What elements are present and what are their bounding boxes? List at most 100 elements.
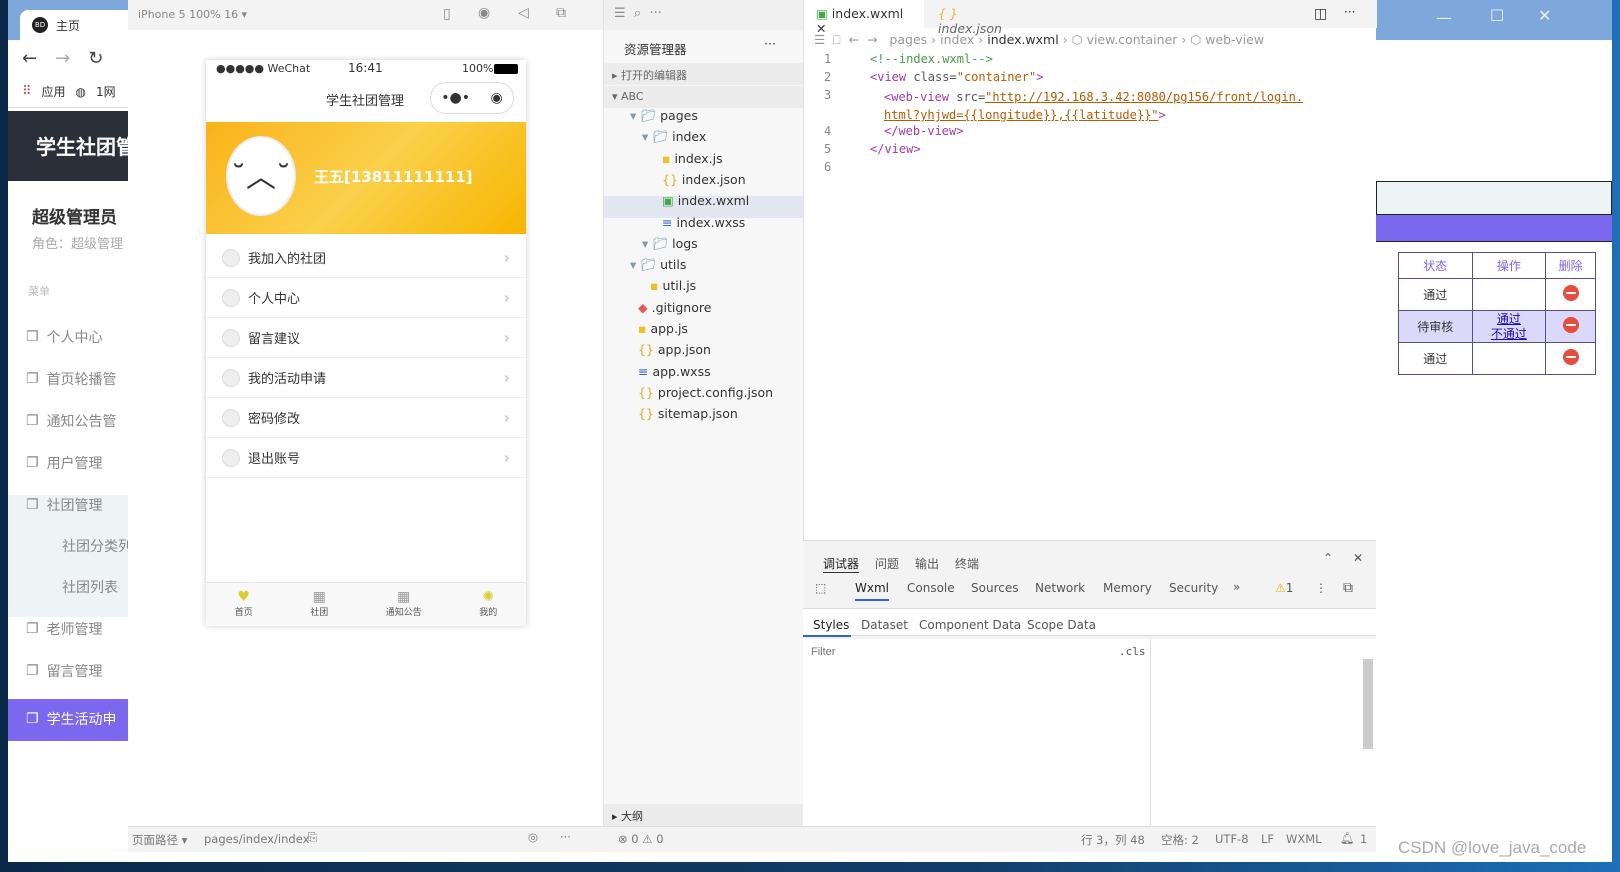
- more-icon[interactable]: ···: [1344, 5, 1355, 19]
- delete-icon[interactable]: [1562, 317, 1579, 333]
- eye-icon[interactable]: ◎: [528, 830, 538, 844]
- minimize-button[interactable]: —: [1436, 8, 1452, 27]
- file-tree-item[interactable]: ◆ .gitignore: [638, 300, 711, 315]
- crumb[interactable]: index.wxml: [987, 32, 1058, 47]
- bookmark-item[interactable]: 1网: [96, 83, 116, 100]
- menu-item[interactable]: 我的活动申请 ›: [206, 358, 526, 398]
- phone-icon[interactable]: ▯: [443, 6, 451, 22]
- tab-index-json[interactable]: { } index.json: [926, 0, 1036, 36]
- capsule-menu[interactable]: •●• ◉: [430, 82, 514, 114]
- close-button[interactable]: ✕: [1538, 6, 1551, 25]
- file-tree-item[interactable]: ≡ index.wxss: [662, 215, 745, 230]
- file-tree-item[interactable]: {} app.json: [638, 342, 711, 357]
- crumb[interactable]: index: [940, 32, 974, 47]
- tab-network[interactable]: Network: [1035, 581, 1085, 595]
- line-ending[interactable]: LF: [1261, 832, 1274, 846]
- list-icon[interactable]: ☰: [614, 6, 626, 21]
- tab-console[interactable]: Console: [907, 581, 955, 595]
- inspect-icon[interactable]: ⬚: [815, 581, 826, 595]
- tab-security[interactable]: Security: [1169, 581, 1218, 595]
- copy-icon[interactable]: ⎘: [308, 830, 317, 845]
- more-icon[interactable]: ···: [560, 830, 571, 844]
- dock-icon[interactable]: ⧉: [1343, 580, 1353, 596]
- problems-count[interactable]: ⊗ 0 ⚠ 0: [618, 832, 664, 846]
- sidebar-item[interactable]: ❐ 首页轮播管: [26, 369, 136, 389]
- code-line-2[interactable]: <view class="container">: [870, 70, 1043, 84]
- cursor-position[interactable]: 行 3，列 48: [1081, 832, 1145, 848]
- tab-sources[interactable]: Sources: [971, 581, 1018, 595]
- sidebar-item[interactable]: ❐ 用户管理: [26, 453, 136, 473]
- search-icon[interactable]: ⌕: [634, 6, 641, 21]
- styles-filter-input[interactable]: [805, 641, 1105, 663]
- more-icon[interactable]: ···: [649, 6, 661, 21]
- tab-index-wxml[interactable]: ▣ index.wxml ✕: [804, 0, 924, 36]
- file-tree-item[interactable]: ▾ 📁︎ utils: [630, 257, 686, 273]
- cls-button[interactable]: .cls: [1119, 645, 1146, 658]
- language-mode[interactable]: WXML: [1286, 832, 1322, 846]
- collapse-icon[interactable]: ⌃: [1323, 551, 1333, 565]
- file-tree-item[interactable]: ▾ 📁︎ logs: [642, 236, 698, 252]
- code-line-1[interactable]: <!--index.wxml-->: [870, 52, 993, 66]
- scrollbar[interactable]: [1363, 659, 1373, 749]
- more-tabs-icon[interactable]: »: [1233, 580, 1240, 594]
- menu-item[interactable]: 我加入的社团 ›: [206, 238, 526, 278]
- tab-scope-data[interactable]: Scope Data: [1027, 618, 1096, 632]
- open-editors-section[interactable]: ▸ 打开的编辑器: [604, 63, 804, 85]
- delete-icon[interactable]: [1562, 285, 1579, 301]
- tab-mine[interactable]: ✺ 我的: [479, 583, 497, 626]
- menu-item[interactable]: 留言建议 ›: [206, 318, 526, 358]
- window-icon[interactable]: ⧉: [556, 5, 566, 21]
- crumb[interactable]: pages: [889, 32, 927, 47]
- encoding[interactable]: UTF-8: [1215, 832, 1249, 846]
- outline-section[interactable]: ▸ 大纲: [604, 804, 804, 826]
- reload-icon[interactable]: ↻: [88, 48, 103, 69]
- delete-icon[interactable]: [1562, 349, 1579, 365]
- warning-count[interactable]: 1: [1286, 581, 1294, 595]
- close-miniprogram-icon[interactable]: ◉: [491, 90, 503, 106]
- tab-home[interactable]: ♥ 首页: [235, 583, 253, 626]
- forward-icon[interactable]: →: [55, 48, 70, 69]
- volume-icon[interactable]: ◁: [518, 5, 529, 21]
- tab-wxml[interactable]: Wxml: [855, 581, 889, 601]
- back-icon[interactable]: ←: [22, 48, 37, 69]
- tab-debugger[interactable]: 调试器: [823, 555, 860, 573]
- approve-link[interactable]: 通过: [1497, 312, 1521, 326]
- file-tree-item[interactable]: ▪ app.js: [638, 321, 688, 336]
- file-tree-item[interactable]: ▾ 📁︎ index: [642, 129, 706, 145]
- tab-styles[interactable]: Styles: [813, 618, 849, 632]
- tab-component-data[interactable]: Component Data: [919, 618, 1021, 632]
- code-line-5[interactable]: </view>: [870, 142, 921, 156]
- menu-item[interactable]: 密码修改 ›: [206, 398, 526, 438]
- tab-notice[interactable]: ▦ 通知公告: [386, 583, 422, 626]
- crumb[interactable]: web-view: [1205, 32, 1264, 47]
- tab-output[interactable]: 输出: [915, 555, 939, 572]
- tab-problems[interactable]: 问题: [875, 555, 899, 572]
- close-icon[interactable]: ✕: [1353, 551, 1363, 565]
- kebab-icon[interactable]: ⋮: [1315, 581, 1327, 595]
- file-tree-item[interactable]: {} project.config.json: [638, 385, 773, 400]
- more-icon[interactable]: •●•: [441, 90, 470, 106]
- file-tree-item[interactable]: ▾ 📁︎ pages: [630, 108, 698, 124]
- file-tree-item[interactable]: ▣ index.wxml: [662, 193, 749, 208]
- bell-icon[interactable]: 🔔︎: [1340, 831, 1355, 845]
- avatar[interactable]: ˘︿˘: [226, 136, 296, 216]
- file-tree-item[interactable]: {} index.json: [662, 172, 746, 187]
- sidebar-item-active[interactable]: ❐ 学生活动申: [26, 709, 136, 729]
- sidebar-item[interactable]: ❐ 社团管理: [26, 495, 136, 515]
- menu-item[interactable]: 退出账号 ›: [206, 438, 526, 478]
- code-line-3[interactable]: <web-view src="http://192.168.3.42:8080/…: [884, 88, 1303, 124]
- more-icon[interactable]: ···: [764, 36, 776, 51]
- sidebar-item[interactable]: ❐ 老师管理: [26, 619, 136, 639]
- maximize-button[interactable]: ☐: [1490, 6, 1504, 25]
- file-tree-item[interactable]: ▪ util.js: [650, 278, 696, 293]
- file-tree-item[interactable]: ≡ app.wxss: [638, 364, 711, 379]
- project-section[interactable]: ▾ ABC: [604, 86, 804, 108]
- crumb[interactable]: view.container: [1087, 32, 1178, 47]
- bookmark-apps[interactable]: 应用: [42, 83, 66, 100]
- tab-memory[interactable]: Memory: [1103, 581, 1152, 595]
- reject-link[interactable]: 不通过: [1491, 327, 1527, 341]
- file-tree-item[interactable]: ▪ index.js: [662, 151, 723, 166]
- tab-dataset[interactable]: Dataset: [861, 618, 908, 632]
- menu-item[interactable]: 个人中心 ›: [206, 278, 526, 318]
- code-line-4[interactable]: </web-view>: [884, 124, 963, 138]
